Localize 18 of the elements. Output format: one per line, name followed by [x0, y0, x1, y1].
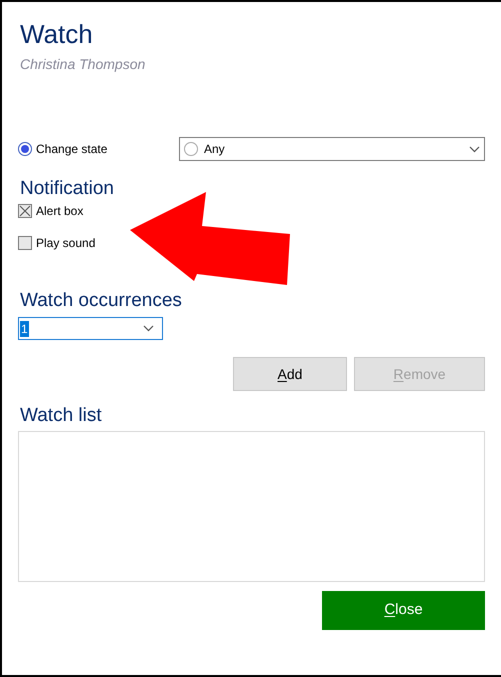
radio-button[interactable] [184, 142, 198, 156]
section-heading: Watch occurrences [20, 290, 183, 312]
section-heading: Watch list [20, 405, 103, 427]
checkbox-label: Alert box [36, 203, 84, 220]
close-button[interactable]: Close [322, 591, 485, 630]
checkbox[interactable] [18, 236, 32, 250]
subtitle: Christina Thompson [20, 55, 146, 74]
chevron-icon [143, 325, 154, 332]
radio-button[interactable] [18, 142, 32, 156]
radio-label: Change state [36, 141, 108, 158]
chevron-icon [469, 146, 480, 152]
add-button[interactable]: Add [233, 357, 347, 391]
section-heading: Notification [20, 178, 115, 200]
state-dropdown[interactable]: Any [179, 137, 485, 161]
checkbox[interactable] [18, 204, 32, 218]
window-title: Watch [20, 18, 94, 50]
occurrences-dropdown[interactable]: 1 [18, 317, 163, 340]
checkbox-label: Play sound [36, 235, 96, 252]
